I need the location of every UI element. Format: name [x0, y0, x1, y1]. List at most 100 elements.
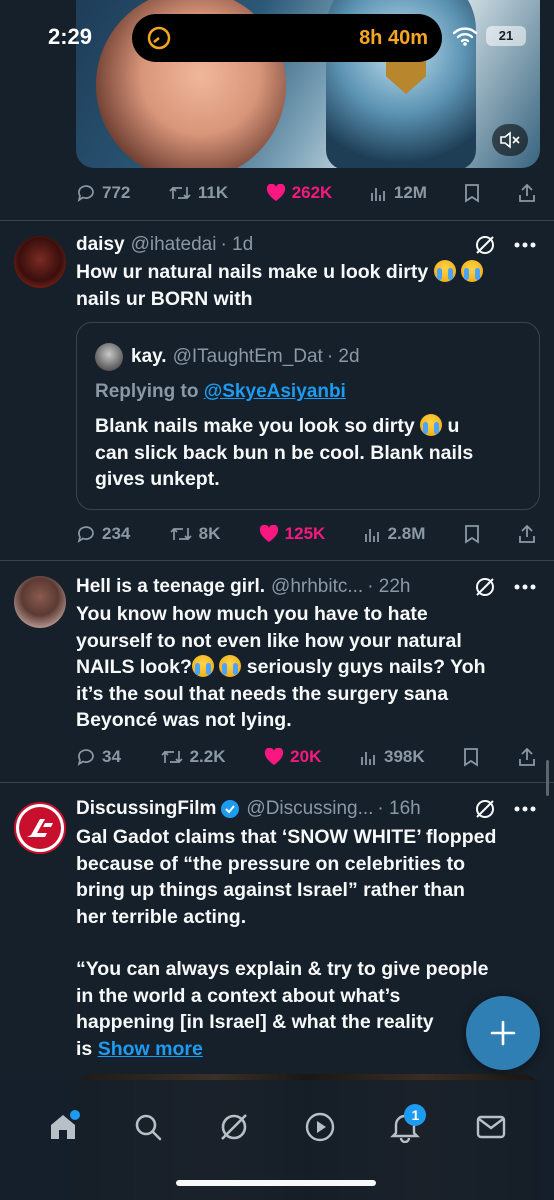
nav-notifications[interactable]: 1 [382, 1104, 428, 1150]
share-button[interactable] [518, 524, 536, 544]
retweet-icon [160, 750, 183, 764]
avatar[interactable] [14, 576, 66, 628]
tweet-text-line: “You can always explain & try to give pe… [76, 958, 489, 980]
tweet-actions: 34 2.2K 20K 398K [76, 744, 536, 770]
divider [0, 220, 554, 221]
nav-messages[interactable] [468, 1104, 514, 1150]
wifi-icon [452, 27, 478, 46]
reply-button[interactable]: 34 [76, 747, 121, 767]
timer-text: 8h 40m [359, 26, 428, 49]
tweet-text-line: is [76, 1037, 93, 1060]
search-icon [136, 1114, 162, 1141]
reply-count: 34 [102, 747, 121, 766]
views-button[interactable]: 12M [370, 183, 427, 203]
home-indicator[interactable] [176, 1180, 376, 1186]
dynamic-island[interactable]: 8h 40m [132, 14, 442, 62]
tweet-text-line: NAILS look? [76, 656, 192, 678]
more-icon[interactable] [514, 242, 536, 248]
avatar[interactable] [14, 236, 66, 288]
author-name[interactable]: Hell is a teenage girl. [76, 576, 265, 598]
author-handle[interactable]: @Discussing... [246, 798, 373, 820]
like-button[interactable]: 20K [264, 747, 321, 767]
quoted-tweet[interactable]: kay. @ITaughtEm_Dat · 2d Replying to @Sk… [76, 322, 540, 510]
heart-icon [265, 748, 284, 765]
retweet-count: 2.2K [189, 747, 226, 766]
tweet-text: You know how much you have to hate yours… [76, 601, 536, 734]
quote-text-line: can slick back bun n be cool. Blank nail… [95, 441, 474, 464]
quote-time: · 2d [326, 346, 360, 367]
bookmark-icon [465, 184, 480, 203]
scrollbar[interactable] [546, 760, 549, 796]
tweet-text-line: in the world a context about what’s [76, 984, 401, 1007]
quote-avatar [95, 343, 123, 371]
show-more-link[interactable]: Show more [98, 1038, 203, 1060]
tweet-text: How ur natural nails make u look dirty n… [76, 259, 536, 312]
discussingfilm-logo-icon [19, 807, 61, 849]
reply-icon [77, 749, 94, 766]
tweet-time: · 22h [367, 576, 411, 597]
like-count: 125K [284, 524, 326, 543]
tweet-text-line: her terrible acting. [76, 905, 247, 928]
more-icon[interactable] [514, 806, 536, 812]
share-button[interactable] [518, 747, 536, 767]
like-button[interactable]: 125K [259, 524, 326, 544]
author-handle[interactable]: @ihatedai [131, 234, 217, 256]
share-icon [519, 183, 535, 202]
home-new-dot [69, 1110, 80, 1120]
nav-video[interactable] [297, 1104, 343, 1150]
like-count: 262K [291, 183, 333, 202]
views-count: 12M [393, 183, 427, 202]
views-icon [361, 752, 375, 765]
quote-header: kay. @ITaughtEm_Dat · 2d [95, 343, 360, 371]
views-button[interactable]: 2.8M [364, 524, 425, 544]
quote-text: Blank nails make you look so dirty u can… [95, 413, 515, 493]
tweet-text-line: it’s the soul that needs the surgery san… [76, 682, 449, 705]
bookmark-button[interactable] [463, 747, 479, 767]
author-handle[interactable]: @hrhbitc... [271, 576, 363, 598]
views-button[interactable]: 398K [360, 747, 425, 767]
retweet-button[interactable]: 8K [169, 524, 220, 544]
retweet-icon [169, 186, 191, 200]
notification-badge: 1 [404, 1104, 427, 1126]
tweet-text-line: yourself to not even like how your natur… [76, 629, 462, 652]
author-name[interactable]: DiscussingFilm [76, 798, 216, 820]
nav-search[interactable] [125, 1104, 171, 1150]
views-icon [364, 529, 379, 542]
views-count: 398K [384, 747, 425, 766]
crying-emoji-icon [461, 260, 484, 282]
reply-button[interactable]: 234 [76, 524, 130, 544]
grok-icon[interactable] [474, 798, 496, 820]
heart-icon [259, 525, 278, 542]
retweet-button[interactable]: 2.2K [160, 747, 226, 767]
reply-button[interactable]: 772 [76, 183, 130, 203]
tweet-text-line: Beyoncé was not lying. [76, 709, 292, 731]
replying-to-link[interactable]: @SkyeAsiyanbi [204, 381, 346, 402]
nav-grok[interactable] [211, 1104, 257, 1150]
grok-icon[interactable] [474, 234, 496, 256]
like-count: 20K [290, 747, 322, 766]
like-button[interactable]: 262K [266, 183, 333, 203]
quote-author-name: kay. [131, 346, 167, 367]
play-icon [305, 1112, 334, 1142]
bookmark-icon [464, 525, 479, 544]
battery-icon: 21 [486, 26, 526, 46]
grok-icon[interactable] [474, 576, 496, 598]
share-icon [519, 747, 535, 766]
bookmark-button[interactable] [464, 183, 480, 203]
share-button[interactable] [518, 183, 536, 203]
compose-button[interactable] [466, 996, 540, 1070]
mute-icon[interactable] [492, 124, 528, 156]
author-name[interactable]: daisy [76, 234, 125, 256]
quote-text-line: u [447, 415, 460, 437]
quote-author-handle: @ITaughtEm_Dat [172, 346, 323, 367]
crying-emoji-icon [219, 655, 242, 677]
tweet-header: Hell is a teenage girl. @hrhbitc... · 22… [76, 574, 536, 600]
more-icon[interactable] [514, 584, 536, 590]
tweet-actions: 772 11K 262K 12M [76, 180, 536, 206]
nav-home[interactable] [40, 1104, 86, 1150]
avatar[interactable] [14, 802, 66, 854]
share-icon [519, 524, 535, 543]
replying-prefix: Replying to [95, 381, 199, 402]
retweet-button[interactable]: 11K [168, 183, 228, 203]
bookmark-button[interactable] [464, 524, 480, 544]
